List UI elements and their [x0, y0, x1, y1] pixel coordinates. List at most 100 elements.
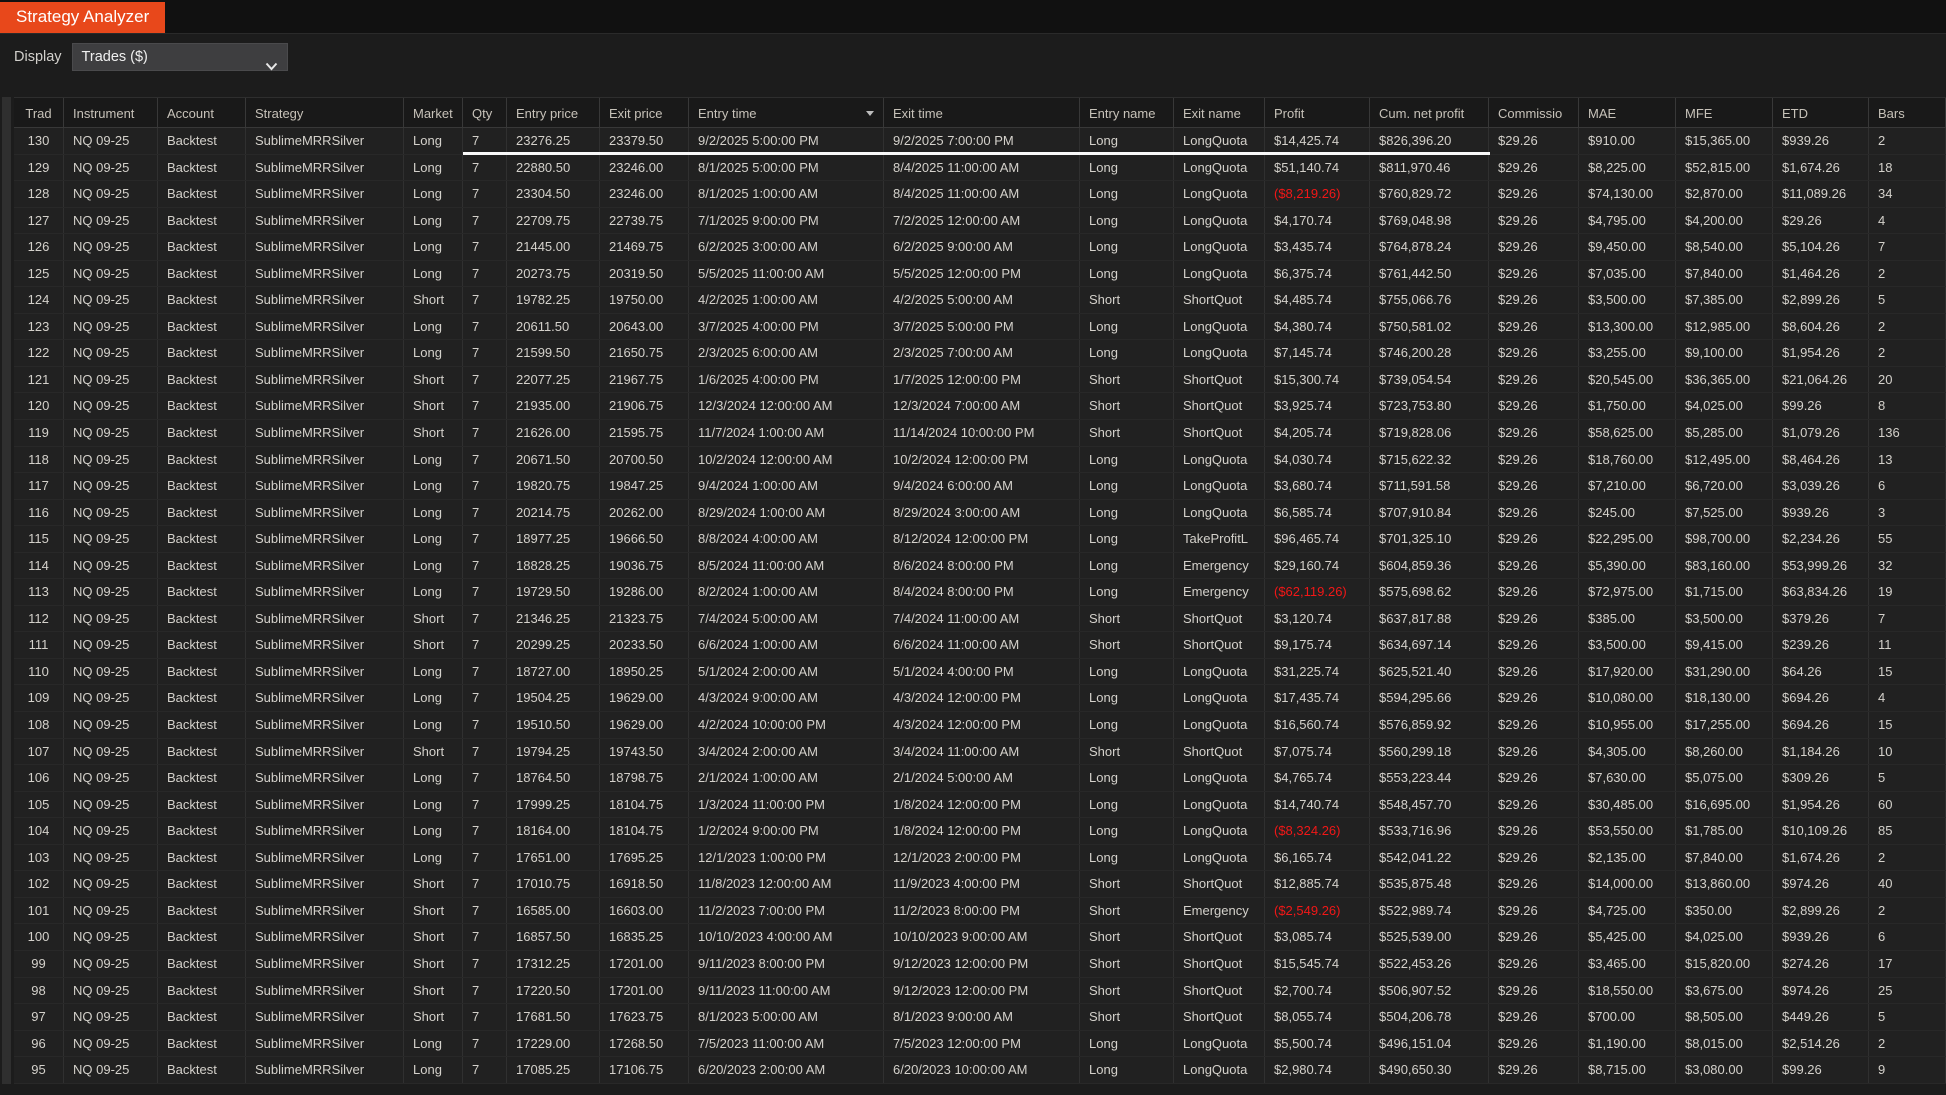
table-cell[interactable]: Backtest [158, 606, 246, 632]
table-cell[interactable]: 6/6/2024 1:00:00 AM [689, 632, 884, 658]
table-cell[interactable]: 20262.00 [600, 500, 689, 526]
table-cell[interactable]: 18764.50 [507, 765, 600, 791]
table-cell[interactable]: 8/29/2024 1:00:00 AM [689, 500, 884, 526]
table-cell[interactable]: TakeProfitL [1174, 526, 1265, 552]
table-cell[interactable]: 55 [1869, 526, 1946, 552]
table-cell[interactable]: Long [404, 553, 463, 579]
table-cell[interactable]: $637,817.88 [1370, 606, 1489, 632]
table-cell[interactable]: SublimeMRRSilver [246, 659, 404, 685]
table-cell[interactable]: 115 [14, 526, 64, 552]
table-cell[interactable]: 123 [14, 314, 64, 340]
table-cell[interactable]: $1,464.26 [1773, 261, 1869, 287]
table-cell[interactable]: $6,375.74 [1265, 261, 1370, 287]
table-cell[interactable]: $496,151.04 [1370, 1031, 1489, 1057]
table-cell[interactable]: NQ 09-25 [64, 447, 158, 473]
table-cell[interactable]: $51,140.74 [1265, 155, 1370, 181]
table-cell[interactable]: $939.26 [1773, 500, 1869, 526]
table-cell[interactable]: 9/2/2025 7:00:00 PM [884, 128, 1080, 154]
table-cell[interactable]: Backtest [158, 128, 246, 154]
table-cell[interactable]: Backtest [158, 420, 246, 446]
table-cell[interactable]: Backtest [158, 978, 246, 1004]
table-cell[interactable]: $542,041.22 [1370, 845, 1489, 871]
table-cell[interactable]: 13 [1869, 447, 1946, 473]
column-header-account[interactable]: Account [158, 98, 246, 127]
table-cell[interactable]: 17201.00 [600, 951, 689, 977]
table-row[interactable]: 113NQ 09-25BacktestSublimeMRRSilverLong7… [14, 579, 1946, 606]
table-cell[interactable]: $522,453.26 [1370, 951, 1489, 977]
table-cell[interactable]: $31,290.00 [1676, 659, 1773, 685]
table-cell[interactable]: 127 [14, 208, 64, 234]
table-cell[interactable]: NQ 09-25 [64, 261, 158, 287]
table-cell[interactable]: $29.26 [1489, 871, 1579, 897]
table-cell[interactable]: $746,200.28 [1370, 340, 1489, 366]
table-cell[interactable]: $274.26 [1773, 951, 1869, 977]
table-cell[interactable]: $3,925.74 [1265, 393, 1370, 419]
table-cell[interactable]: 12/3/2024 12:00:00 AM [689, 393, 884, 419]
table-cell[interactable]: $7,525.00 [1676, 500, 1773, 526]
table-cell[interactable]: 5 [1869, 287, 1946, 313]
table-cell[interactable]: 23246.00 [600, 181, 689, 207]
table-cell[interactable]: $13,860.00 [1676, 871, 1773, 897]
table-cell[interactable]: 20233.50 [600, 632, 689, 658]
table-cell[interactable]: Long [404, 526, 463, 552]
table-cell[interactable]: Short [1080, 951, 1174, 977]
table-cell[interactable]: 20643.00 [600, 314, 689, 340]
table-cell[interactable]: 7 [463, 340, 507, 366]
table-cell[interactable]: $15,300.74 [1265, 367, 1370, 393]
table-cell[interactable]: $29.26 [1773, 208, 1869, 234]
table-cell[interactable]: $548,457.70 [1370, 792, 1489, 818]
table-cell[interactable]: $3,680.74 [1265, 473, 1370, 499]
table-cell[interactable]: $12,885.74 [1265, 871, 1370, 897]
table-cell[interactable]: $14,425.74 [1265, 128, 1370, 154]
table-cell[interactable]: 4 [1869, 208, 1946, 234]
table-cell[interactable]: NQ 09-25 [64, 393, 158, 419]
table-cell[interactable]: $9,100.00 [1676, 340, 1773, 366]
table-cell[interactable]: Long [404, 234, 463, 260]
table-row[interactable]: 110NQ 09-25BacktestSublimeMRRSilverLong7… [14, 659, 1946, 686]
table-cell[interactable]: $29.26 [1489, 553, 1579, 579]
table-cell[interactable]: Long [1080, 447, 1174, 473]
table-cell[interactable]: $8,015.00 [1676, 1031, 1773, 1057]
table-cell[interactable]: $29.26 [1489, 818, 1579, 844]
table-cell[interactable]: NQ 09-25 [64, 340, 158, 366]
table-cell[interactable]: Backtest [158, 845, 246, 871]
table-cell[interactable]: $29,160.74 [1265, 553, 1370, 579]
table-cell[interactable]: Long [1080, 845, 1174, 871]
table-cell[interactable]: SublimeMRRSilver [246, 712, 404, 738]
table-cell[interactable]: $29.26 [1489, 261, 1579, 287]
table-cell[interactable]: $533,716.96 [1370, 818, 1489, 844]
table-cell[interactable]: $2,899.26 [1773, 287, 1869, 313]
table-cell[interactable]: $5,425.00 [1579, 924, 1676, 950]
table-cell[interactable]: 3/7/2025 5:00:00 PM [884, 314, 1080, 340]
table-cell[interactable]: 4/2/2025 1:00:00 AM [689, 287, 884, 313]
table-row[interactable]: 99NQ 09-25BacktestSublimeMRRSilverShort7… [14, 951, 1946, 978]
table-cell[interactable]: NQ 09-25 [64, 181, 158, 207]
table-cell[interactable]: 7 [1869, 606, 1946, 632]
table-cell[interactable]: LongQuota [1174, 765, 1265, 791]
table-cell[interactable]: Long [404, 473, 463, 499]
table-cell[interactable]: 2 [1869, 845, 1946, 871]
table-cell[interactable]: SublimeMRRSilver [246, 739, 404, 765]
table-cell[interactable]: 11/7/2024 1:00:00 AM [689, 420, 884, 446]
table-cell[interactable]: 8/12/2024 12:00:00 PM [884, 526, 1080, 552]
table-cell[interactable]: ShortQuot [1174, 951, 1265, 977]
table-cell[interactable]: Backtest [158, 367, 246, 393]
table-cell[interactable]: 19847.25 [600, 473, 689, 499]
table-cell[interactable]: SublimeMRRSilver [246, 314, 404, 340]
table-cell[interactable]: $3,120.74 [1265, 606, 1370, 632]
table-cell[interactable]: 18950.25 [600, 659, 689, 685]
table-cell[interactable]: $755,066.76 [1370, 287, 1489, 313]
table-row[interactable]: 119NQ 09-25BacktestSublimeMRRSilverShort… [14, 420, 1946, 447]
table-cell[interactable]: $1,184.26 [1773, 739, 1869, 765]
table-cell[interactable]: Long [1080, 208, 1174, 234]
table-cell[interactable]: Long [404, 128, 463, 154]
table-cell[interactable]: 11/9/2023 4:00:00 PM [884, 871, 1080, 897]
table-cell[interactable]: 21906.75 [600, 393, 689, 419]
table-cell[interactable]: 2/3/2025 7:00:00 AM [884, 340, 1080, 366]
table-cell[interactable]: NQ 09-25 [64, 473, 158, 499]
table-cell[interactable]: 95 [14, 1057, 64, 1083]
table-cell[interactable]: $239.26 [1773, 632, 1869, 658]
table-cell[interactable]: Short [1080, 739, 1174, 765]
table-cell[interactable]: $1,954.26 [1773, 792, 1869, 818]
table-cell[interactable]: 34 [1869, 181, 1946, 207]
